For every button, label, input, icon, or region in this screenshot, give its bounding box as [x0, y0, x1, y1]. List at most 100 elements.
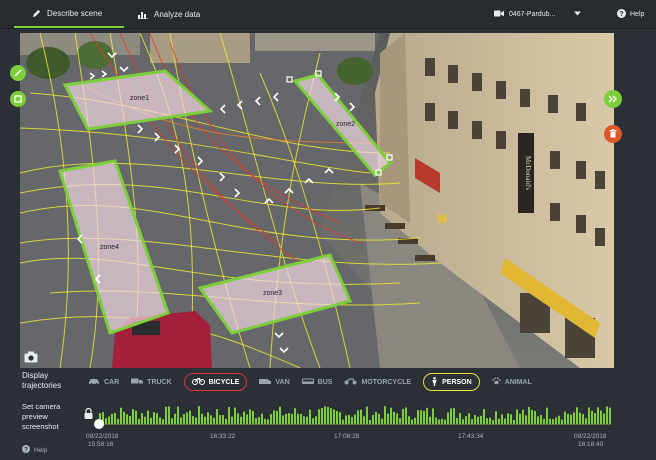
histogram-bar	[531, 409, 533, 424]
histogram-bar	[330, 407, 332, 424]
histogram-bar	[552, 419, 554, 424]
histogram-bar	[480, 415, 482, 424]
filter-motorcycle[interactable]: MOTORCYCLE	[344, 374, 411, 390]
histogram-bar	[219, 415, 221, 424]
histogram-bar	[216, 409, 218, 424]
histogram-bar	[312, 418, 314, 424]
double-chevron-right-icon	[608, 90, 618, 108]
histogram-bar	[489, 417, 491, 424]
histogram-bar	[318, 409, 320, 424]
bus-icon	[301, 378, 314, 387]
histogram-bar	[579, 412, 581, 424]
histogram-bar	[348, 414, 350, 424]
histogram-bar	[297, 413, 299, 424]
histogram-bar	[456, 417, 458, 424]
square-icon	[14, 90, 22, 108]
next-button[interactable]	[604, 90, 622, 108]
histogram-bar	[303, 416, 305, 424]
filter-bus[interactable]: BUS	[301, 374, 332, 390]
histogram-bar	[276, 410, 278, 424]
histogram-bar	[474, 415, 476, 424]
histogram-bar	[192, 416, 194, 424]
histogram-bar	[288, 413, 290, 424]
camera-name: 0467-Pardub...	[509, 10, 556, 18]
histogram-bar	[207, 412, 209, 424]
filter-van[interactable]: VAN	[259, 374, 290, 390]
histogram-bar	[228, 407, 230, 424]
histogram-bar	[267, 419, 269, 424]
histogram-bar	[339, 412, 341, 424]
histogram-bar	[279, 406, 281, 424]
histogram-bar	[435, 417, 437, 424]
histogram-bar	[516, 409, 518, 424]
histogram-bar	[210, 415, 212, 424]
histogram-bar	[588, 407, 590, 424]
histogram-bar	[243, 411, 245, 424]
histogram-bar	[423, 410, 425, 424]
activity-histogram	[95, 406, 614, 425]
histogram-bar	[315, 416, 317, 424]
histogram-bar	[558, 415, 560, 424]
bicycle-icon	[191, 377, 205, 387]
tab-describe-scene[interactable]: Describe scene	[14, 0, 124, 28]
filter-animal-label: ANIMAL	[504, 378, 532, 386]
histogram-bar	[171, 418, 173, 424]
top-bar: Describe scene Analyze data 0467-Pardub.…	[0, 0, 656, 29]
tab-analyze-data[interactable]: Analyze data	[138, 0, 200, 28]
histogram-bar	[198, 406, 200, 424]
preview-timeline[interactable]	[94, 398, 614, 430]
timeline-tick-2: 17:08:28	[334, 433, 360, 440]
histogram-bar	[567, 413, 569, 424]
histogram-bar	[285, 413, 287, 424]
camera-select[interactable]: 0467-Pardub...	[494, 0, 582, 28]
histogram-bar	[498, 418, 500, 424]
filter-truck[interactable]: TRUCK	[131, 374, 172, 390]
histogram-bar	[234, 407, 236, 424]
filter-motorcycle-label: MOTORCYCLE	[361, 378, 412, 386]
histogram-bar	[231, 416, 233, 424]
filter-bicycle[interactable]: BICYCLE	[183, 373, 248, 391]
draw-zone-button[interactable]	[10, 91, 26, 107]
histogram-bar	[387, 413, 389, 424]
scene-viewer[interactable]: McDonald's M zone1 zone2 zone4 zone3	[20, 33, 614, 368]
histogram-bar	[585, 418, 587, 424]
histogram-bar	[174, 413, 176, 424]
timeline-tick-3: 17:43:34	[458, 433, 484, 440]
histogram-bar	[504, 418, 506, 424]
histogram-bar	[144, 416, 146, 424]
histogram-bar	[321, 407, 323, 424]
histogram-bar	[294, 408, 296, 424]
van-icon	[259, 378, 272, 387]
timeline-handle[interactable]	[94, 419, 104, 429]
histogram-bar	[153, 412, 155, 424]
histogram-bar	[195, 417, 197, 424]
histogram-bar	[309, 409, 311, 424]
histogram-bar	[396, 413, 398, 424]
histogram-bar	[513, 419, 515, 424]
camera-snapshot-icon[interactable]	[24, 350, 38, 363]
pencil-icon	[32, 9, 41, 18]
histogram-bar	[258, 416, 260, 424]
delete-button[interactable]	[604, 125, 622, 143]
display-trajectories-label: Display trajectories	[22, 371, 62, 390]
help-link-top[interactable]: ? Help	[617, 0, 644, 28]
histogram-bar	[351, 416, 353, 424]
histogram-bar	[270, 414, 272, 424]
histogram-bar	[306, 416, 308, 424]
svg-text:M: M	[437, 212, 447, 226]
filter-person[interactable]: PERSON	[423, 373, 480, 391]
histogram-bar	[462, 419, 464, 424]
paw-icon	[492, 377, 501, 387]
lock-icon[interactable]	[84, 406, 93, 424]
histogram-bar	[447, 412, 449, 424]
histogram-bar	[411, 419, 413, 424]
histogram-bar	[522, 409, 524, 424]
draw-line-button[interactable]	[10, 65, 26, 81]
histogram-bar	[225, 418, 227, 424]
filter-car[interactable]: CAR	[88, 374, 119, 390]
filter-animal[interactable]: ANIMAL	[492, 374, 532, 390]
help-link-bottom[interactable]: ? Help	[22, 445, 47, 455]
histogram-bar	[381, 418, 383, 424]
histogram-bar	[492, 419, 494, 424]
filter-bicycle-label: BICYCLE	[208, 378, 240, 386]
